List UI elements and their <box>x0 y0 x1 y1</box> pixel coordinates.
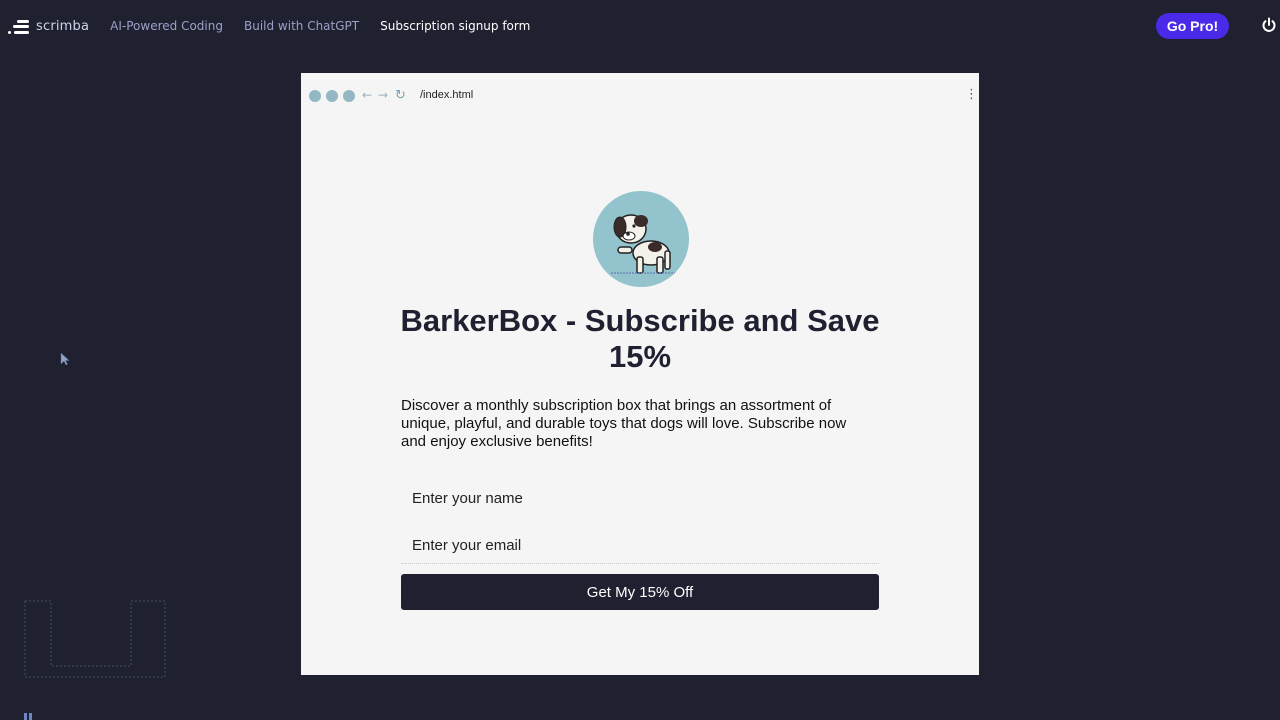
top-bar: scrimba AI-Powered Coding Build with Cha… <box>0 0 1280 52</box>
email-input[interactable] <box>401 528 879 564</box>
pause-icon[interactable] <box>23 711 35 720</box>
window-dot-icon <box>309 90 321 102</box>
scrimba-logo[interactable]: scrimba <box>8 17 89 35</box>
go-pro-button[interactable]: Go Pro! <box>1156 13 1229 39</box>
more-options-icon[interactable]: ⋮ <box>965 87 978 102</box>
logo-text: scrimba <box>36 18 90 34</box>
reload-icon[interactable]: ↻ <box>395 88 406 103</box>
window-dot-icon <box>326 90 338 102</box>
power-icon[interactable] <box>1260 16 1278 34</box>
mouse-cursor-icon <box>60 352 70 366</box>
get-discount-button[interactable]: Get My 15% Off <box>401 574 879 610</box>
breadcrumb-module[interactable]: Build with ChatGPT <box>244 19 359 33</box>
page-description: Discover a monthly subscription box that… <box>401 397 847 450</box>
scrimba-logo-icon <box>8 17 30 35</box>
dog-avatar <box>593 191 689 287</box>
breadcrumb-lesson: Subscription signup form <box>380 19 531 33</box>
webcam-placeholder-icon <box>24 600 166 678</box>
url-bar[interactable]: /index.html <box>420 89 473 101</box>
breadcrumb-course[interactable]: AI-Powered Coding <box>110 19 223 33</box>
name-input[interactable] <box>401 480 879 516</box>
forward-arrow-icon[interactable]: → <box>378 88 388 102</box>
browser-toolbar: ← → ↻ /index.html ⋮ <box>301 73 979 117</box>
back-arrow-icon[interactable]: ← <box>362 88 372 102</box>
window-dot-icon <box>343 90 355 102</box>
dog-illustration-icon <box>611 214 677 274</box>
preview-browser: ← → ↻ /index.html ⋮ BarkerBox - Subscrib… <box>301 73 979 675</box>
page-title: BarkerBox - Subscribe and Save 15% <box>400 303 880 374</box>
